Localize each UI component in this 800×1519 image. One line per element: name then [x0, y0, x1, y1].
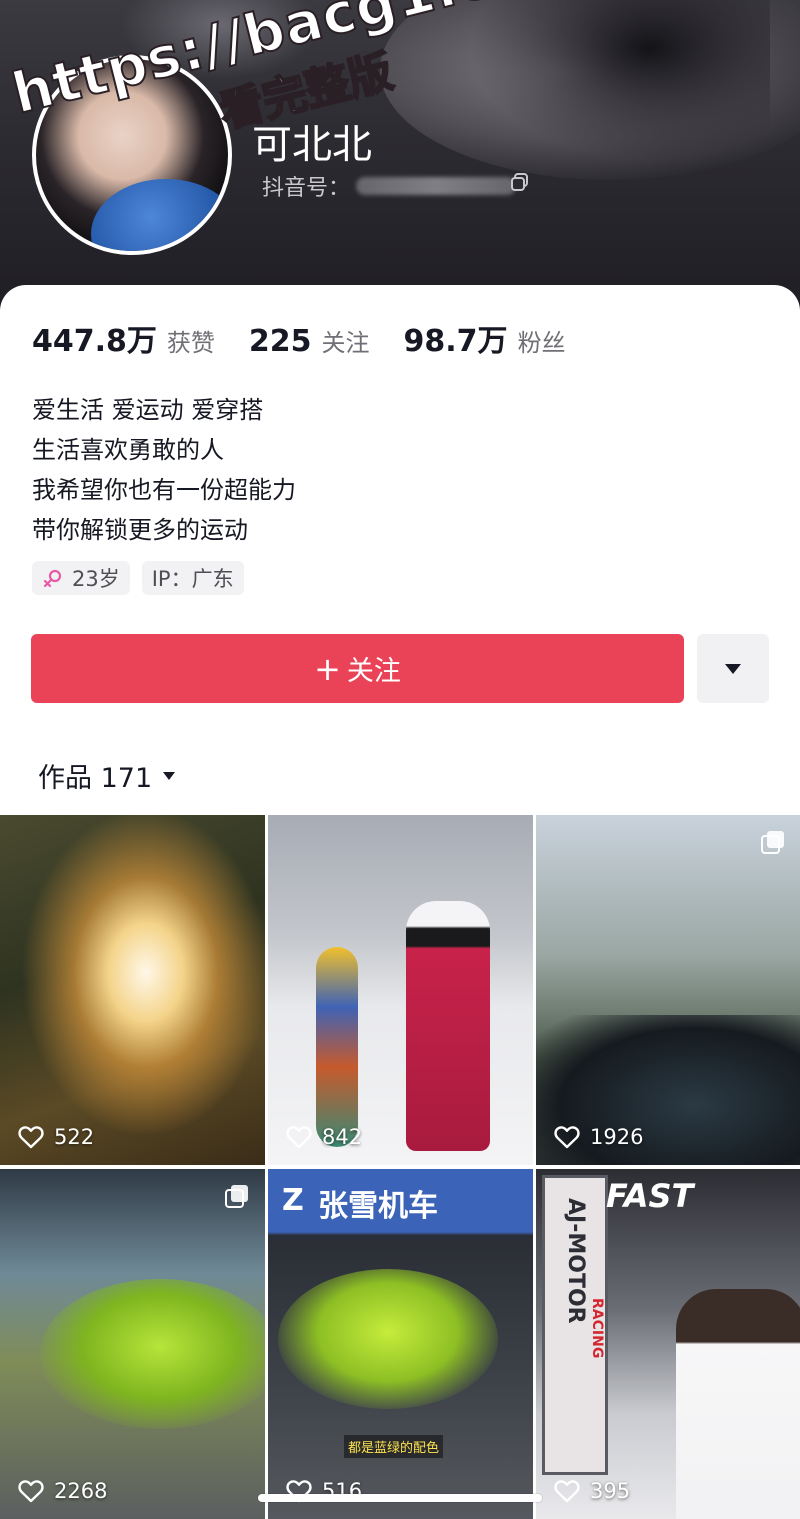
- home-indicator[interactable]: [258, 1494, 542, 1502]
- video-thumbnail[interactable]: Z 张雪机车 都是蓝绿的配色 516: [268, 1169, 533, 1519]
- plus-icon: +: [314, 649, 341, 688]
- like-count: 842: [286, 1125, 362, 1149]
- video-caption: 都是蓝绿的配色: [344, 1435, 444, 1458]
- like-count-value: 395: [590, 1479, 631, 1503]
- bio-line: 带你解锁更多的运动: [32, 516, 248, 544]
- profile-tags: 23岁 IP：广东: [32, 561, 256, 595]
- heart-icon: [18, 1480, 44, 1503]
- video-thumbnail[interactable]: 1926: [536, 815, 800, 1165]
- more-options-button[interactable]: [697, 634, 769, 703]
- video-thumbnail[interactable]: 842: [268, 815, 533, 1165]
- bio: 爱生活 爱运动 爱穿搭 生活喜欢勇敢的人 我希望你也有一份超能力 带你解锁更多的…: [32, 390, 296, 550]
- stat-value: 447.8万: [32, 324, 157, 359]
- image-set-icon: [225, 1185, 248, 1208]
- avatar-photo-detail: [91, 179, 228, 251]
- like-count-value: 842: [322, 1125, 363, 1149]
- like-count: 522: [18, 1125, 94, 1149]
- video-thumbnail[interactable]: AJ-MOTOR RACING FAST 395: [536, 1169, 800, 1519]
- sign-pillar-subtext: RACING: [589, 1298, 605, 1359]
- account-id-redacted: [356, 177, 517, 195]
- tab-works[interactable]: 作品 171: [38, 756, 176, 795]
- profile-name: 可北北: [252, 122, 372, 168]
- account-id-label: 抖音号：: [262, 176, 351, 201]
- heart-icon: [554, 1480, 580, 1503]
- image-set-icon: [761, 831, 784, 854]
- shop-banner: 张雪机车: [318, 1189, 438, 1224]
- video-thumbnail[interactable]: 522: [0, 815, 265, 1165]
- video-thumbnail[interactable]: 2268: [0, 1169, 265, 1519]
- sign-pillar: AJ-MOTOR RACING: [542, 1175, 608, 1475]
- like-count-value: 522: [54, 1125, 95, 1149]
- female-icon: [43, 569, 62, 588]
- bio-line: 生活喜欢勇敢的人: [32, 436, 224, 464]
- triangle-down-icon: [725, 663, 741, 674]
- snowboarder-image: [406, 901, 490, 1151]
- stat-label: 关注: [321, 329, 370, 357]
- account-id: 抖音号：: [262, 170, 517, 202]
- motorcycle-image: [278, 1269, 498, 1409]
- stat-label: 粉丝: [517, 329, 566, 357]
- background-photo-blur: [470, 0, 770, 160]
- stat-followers[interactable]: 98.7万 粉丝: [404, 316, 566, 360]
- follow-button[interactable]: + 关注: [31, 634, 684, 703]
- heart-icon: [554, 1126, 580, 1149]
- age-tag: 23岁: [32, 561, 130, 595]
- bio-line: 爱生活 爱运动 爱穿搭: [32, 396, 264, 424]
- heart-icon: [18, 1126, 44, 1149]
- stat-following[interactable]: 225 关注: [249, 323, 370, 359]
- motorcycle-image: [40, 1279, 265, 1429]
- works-label: 作品 171: [38, 763, 153, 794]
- stat-value: 225: [248, 324, 312, 359]
- rider-image: [676, 1289, 800, 1519]
- caret-down-icon: [163, 771, 176, 780]
- stats-row: 447.8万 获赞 225 关注 98.7万 粉丝: [32, 316, 600, 360]
- like-count: 2268: [18, 1479, 107, 1503]
- like-count-value: 1926: [590, 1125, 644, 1149]
- like-count-value: 2268: [54, 1479, 108, 1503]
- stat-value: 98.7万: [403, 324, 508, 359]
- ip-tag: IP：广东: [141, 561, 244, 595]
- copy-icon[interactable]: [510, 172, 530, 192]
- age-label: 23岁: [72, 567, 120, 591]
- avatar[interactable]: [32, 55, 232, 255]
- snowboard-image: [316, 947, 358, 1147]
- bio-line: 我希望你也有一份超能力: [32, 476, 296, 504]
- shop-sign: FAST: [606, 1177, 694, 1215]
- heart-icon: [286, 1126, 312, 1149]
- ip-label: IP：广东: [151, 567, 234, 591]
- video-grid: 522 842 1926 2268 Z 张雪机车 都是蓝绿的配色 516 AJ-…: [0, 815, 800, 1519]
- like-count: 395: [554, 1479, 630, 1503]
- stat-label: 获赞: [166, 329, 215, 357]
- sign-pillar-text: AJ-MOTOR: [563, 1198, 588, 1324]
- follow-label: 关注: [346, 656, 401, 687]
- stat-likes[interactable]: 447.8万 获赞: [32, 316, 215, 360]
- like-count: 1926: [554, 1125, 643, 1149]
